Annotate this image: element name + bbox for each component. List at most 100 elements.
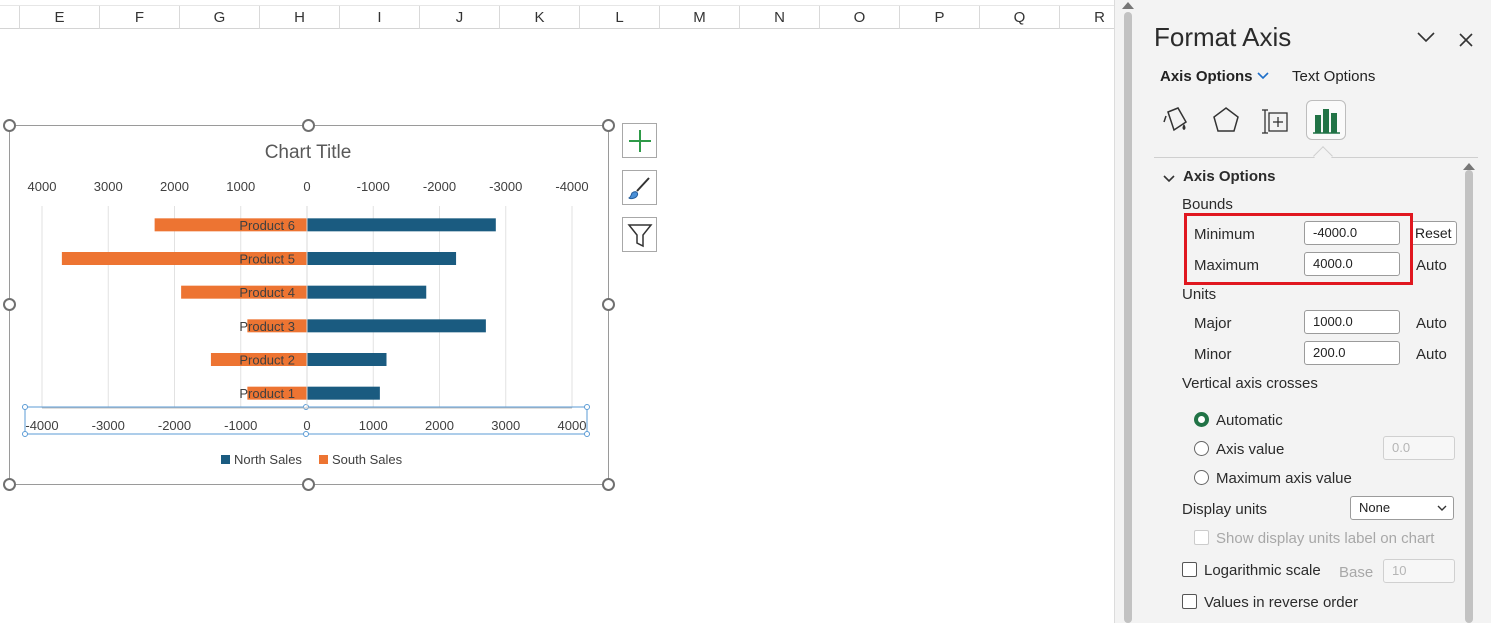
bar-north	[307, 252, 457, 265]
legend-label: South Sales	[332, 452, 403, 467]
radio-automatic-label[interactable]: Automatic	[1216, 412, 1283, 429]
column-header-l[interactable]: L	[580, 6, 660, 29]
major-input[interactable]: 1000.0	[1304, 310, 1400, 334]
radio-maximum-axis-value-label[interactable]: Maximum axis value	[1216, 470, 1352, 487]
resize-handle-tl[interactable]	[3, 119, 16, 132]
resize-handle-bc[interactable]	[302, 478, 315, 491]
column-header-h[interactable]: H	[260, 6, 340, 29]
column-header-n[interactable]: N	[740, 6, 820, 29]
pane-divider-pointer	[1313, 146, 1333, 166]
resize-handle-ml[interactable]	[3, 298, 16, 311]
log-scale-checkbox[interactable]	[1182, 562, 1197, 577]
radio-maximum-axis-value[interactable]	[1194, 470, 1209, 485]
scrollbar-thumb[interactable]	[1124, 12, 1132, 623]
chevron-down-icon[interactable]	[1416, 30, 1436, 49]
section-axis-options[interactable]: Axis Options	[1183, 168, 1276, 185]
pane-scrollbar-thumb[interactable]	[1465, 170, 1473, 623]
category-label: Product 2	[239, 353, 295, 368]
bottom-axis-tick-label: -2000	[158, 418, 191, 433]
minor-auto-label[interactable]: Auto	[1416, 346, 1447, 363]
reverse-order-checkbox[interactable]	[1182, 594, 1197, 609]
top-axis-tick-label: 3000	[94, 179, 123, 194]
chart-filters-button[interactable]	[622, 217, 657, 252]
top-axis-tick-label: -3000	[489, 179, 522, 194]
major-auto-label[interactable]: Auto	[1416, 315, 1447, 332]
top-axis-tick-label: 1000	[226, 179, 255, 194]
legend-label: North Sales	[234, 452, 302, 467]
section-chevron-icon[interactable]	[1162, 172, 1176, 189]
resize-handle-bl[interactable]	[3, 478, 16, 491]
axis-value-input[interactable]: 0.0	[1383, 436, 1455, 460]
resize-handle-br[interactable]	[602, 478, 615, 491]
category-label: Product 1	[239, 386, 295, 401]
maximum-auto-label[interactable]: Auto	[1416, 257, 1447, 274]
resize-handle-tc[interactable]	[302, 119, 315, 132]
radio-automatic[interactable]	[1194, 412, 1209, 427]
top-axis-tick-label: -2000	[423, 179, 456, 194]
scroll-up-arrow-icon[interactable]	[1122, 2, 1134, 9]
column-header-o[interactable]: O	[820, 6, 900, 29]
show-units-label[interactable]: Show display units label on chart	[1216, 530, 1434, 547]
top-axis-tick-label: 4000	[28, 179, 57, 194]
minimum-reset-button[interactable]: Reset	[1410, 221, 1457, 245]
bottom-axis-tick-label: -3000	[92, 418, 125, 433]
plus-icon	[629, 130, 651, 152]
axis-selection-handle	[22, 404, 28, 410]
pane-splitter-scrollbar[interactable]	[1114, 0, 1140, 623]
minor-label: Minor	[1194, 346, 1232, 363]
spreadsheet-grid[interactable]: EFGHIJKLMNOPQR Chart Title 4000 3000 2000 10…	[0, 0, 1140, 623]
column-header-row: EFGHIJKLMNOPQR	[0, 5, 1140, 29]
chart-area[interactable]: Chart Title 4000 3000 2000 1000 0 -1000 -2000 -3…	[9, 125, 609, 485]
column-header-p[interactable]: P	[900, 6, 980, 29]
chart-styles-button[interactable]	[622, 170, 657, 205]
log-scale-label[interactable]: Logarithmic scale	[1204, 562, 1321, 579]
pane-scroll-up-icon[interactable]	[1463, 163, 1475, 170]
column-header-q[interactable]: Q	[980, 6, 1060, 29]
format-axis-pane: Format Axis Axis Options Text Options Ax…	[1140, 0, 1491, 623]
close-icon[interactable]	[1458, 26, 1474, 54]
resize-handle-tr[interactable]	[602, 119, 615, 132]
show-units-checkbox[interactable]	[1194, 530, 1209, 545]
pane-title: Format Axis	[1154, 22, 1292, 52]
bar-north	[307, 386, 380, 400]
size-properties-icon	[1262, 109, 1288, 134]
column-header-partial[interactable]	[0, 6, 20, 29]
paint-bucket-icon	[1163, 107, 1187, 132]
legend-swatch	[319, 455, 328, 464]
column-header-i[interactable]: I	[340, 6, 420, 29]
highlight-box-bounds	[1184, 213, 1413, 285]
tab-text-options[interactable]: Text Options	[1292, 68, 1375, 85]
radio-axis-value-label[interactable]: Axis value	[1216, 441, 1284, 458]
column-header-j[interactable]: J	[420, 6, 500, 29]
brush-icon	[628, 177, 650, 200]
fill-line-tab[interactable]	[1156, 100, 1196, 140]
base-input[interactable]: 10	[1383, 559, 1455, 583]
size-properties-tab[interactable]	[1256, 100, 1296, 140]
minor-input[interactable]: 200.0	[1304, 341, 1400, 365]
tab-axis-options[interactable]: Axis Options	[1160, 68, 1253, 85]
chevron-down-icon[interactable]	[1256, 66, 1270, 85]
category-label: Product 4	[239, 285, 295, 300]
display-units-select[interactable]: None	[1350, 496, 1454, 520]
column-header-k[interactable]: K	[500, 6, 580, 29]
legend-swatch	[221, 455, 230, 464]
display-units-value: None	[1359, 500, 1391, 515]
chart-elements-button[interactable]	[622, 123, 657, 158]
effects-tab[interactable]	[1206, 100, 1246, 140]
bounds-label: Bounds	[1182, 196, 1233, 213]
category-label: Product 6	[239, 218, 295, 233]
major-label: Major	[1194, 315, 1232, 332]
radio-axis-value[interactable]	[1194, 441, 1209, 456]
bottom-axis-tick-label: 0	[303, 418, 310, 433]
column-header-g[interactable]: G	[180, 6, 260, 29]
top-axis-tick-label: -1000	[357, 179, 390, 194]
reverse-order-label[interactable]: Values in reverse order	[1204, 594, 1358, 611]
column-header-e[interactable]: E	[20, 6, 100, 29]
column-header-m[interactable]: M	[660, 6, 740, 29]
axis-options-tab[interactable]	[1306, 100, 1346, 140]
base-label: Base	[1339, 564, 1374, 581]
column-header-f[interactable]: F	[100, 6, 180, 29]
bottom-axis-tick-label: -1000	[224, 418, 257, 433]
resize-handle-mr[interactable]	[602, 298, 615, 311]
bottom-axis-tick-label: 2000	[425, 418, 454, 433]
